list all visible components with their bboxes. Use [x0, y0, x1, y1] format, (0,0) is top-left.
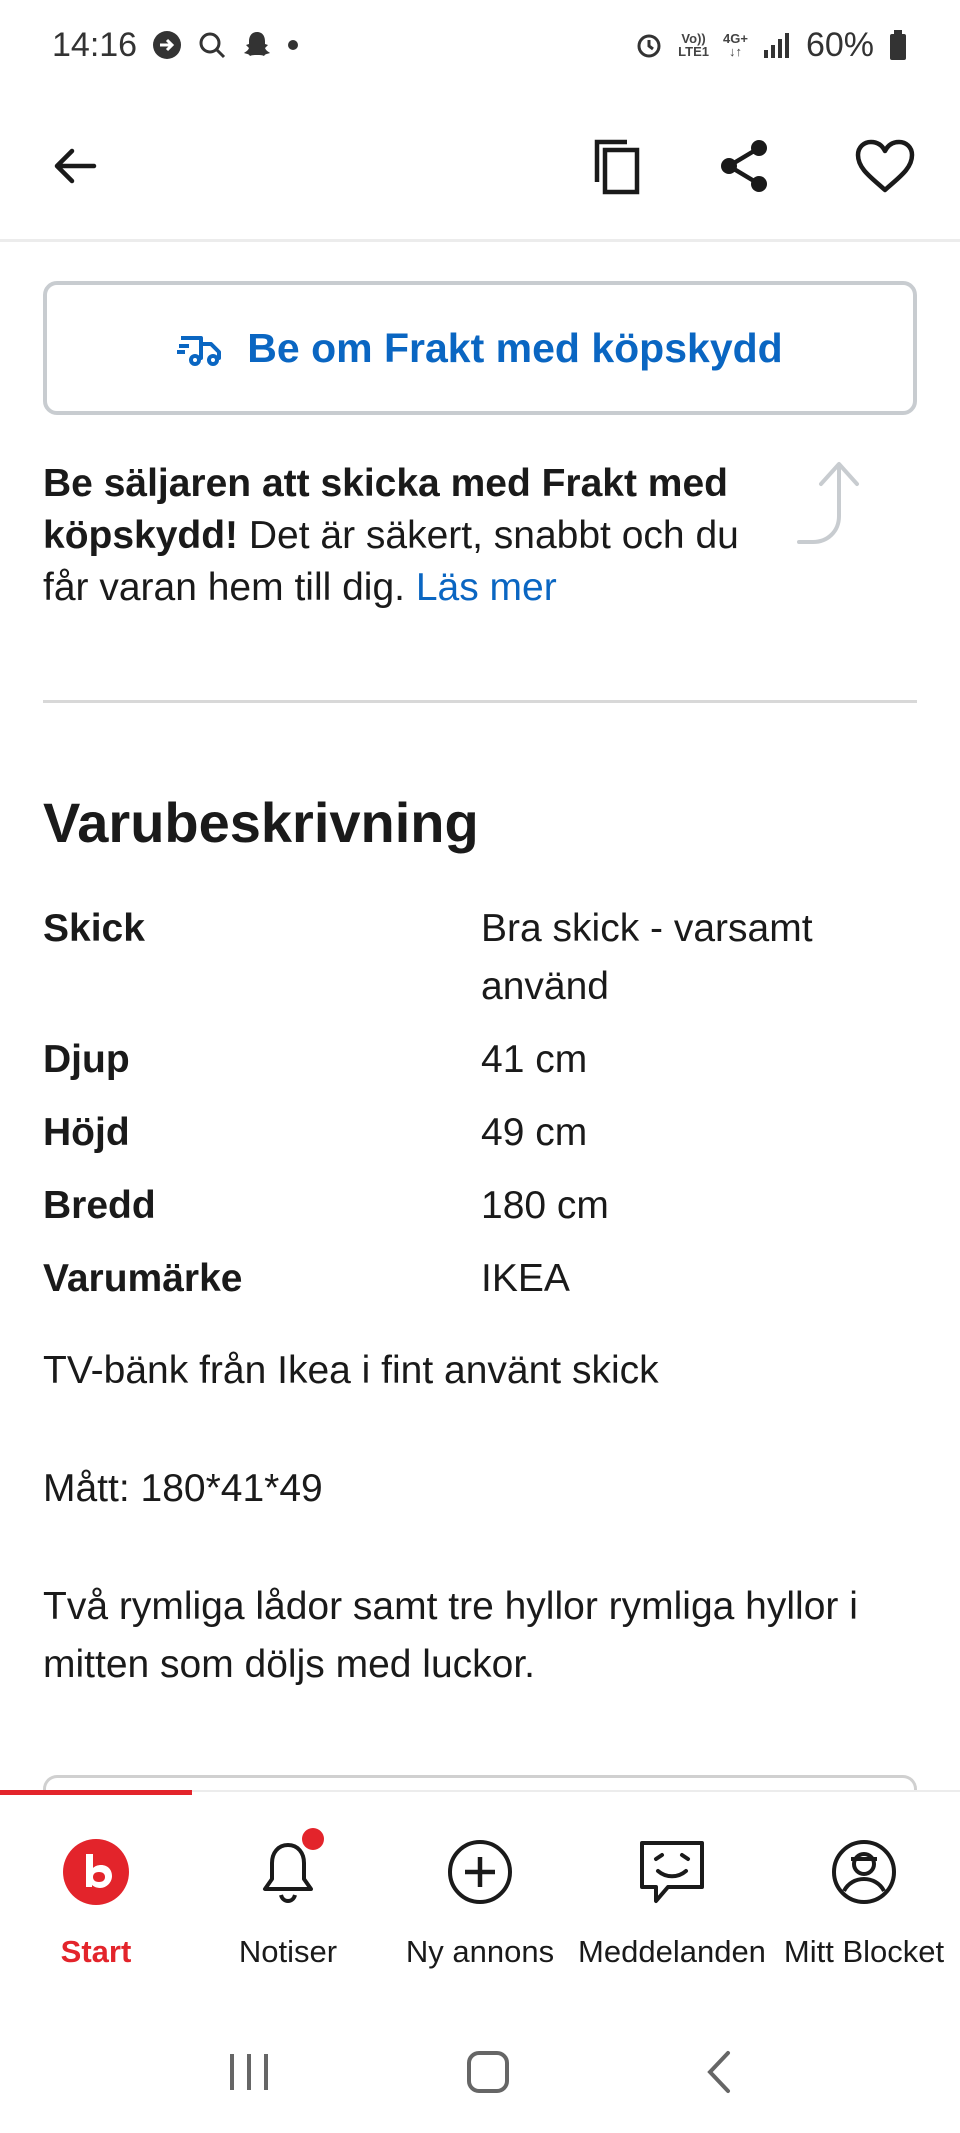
chat-icon [632, 1832, 712, 1912]
system-back-button[interactable] [704, 2049, 734, 2100]
request-shipping-label: Be om Frakt med köpskydd [247, 324, 783, 371]
plus-circle-icon [440, 1832, 520, 1912]
active-tab-indicator [0, 1790, 192, 1795]
status-time: 14:16 [52, 25, 138, 64]
spec-row-width: Bredd 180 cm [43, 1177, 917, 1235]
lte-label: LTE1 [678, 44, 709, 59]
status-bar: 14:16 Vo)) LTE1 4G+ ↓↑ 60% [0, 0, 960, 90]
arrow-left-icon [54, 148, 97, 184]
volte-indicator: Vo)) LTE1 [678, 32, 709, 58]
share-icon [721, 140, 767, 192]
curved-arrow-up-icon [797, 462, 859, 544]
home-button[interactable] [465, 2049, 511, 2100]
section-divider [43, 700, 917, 703]
home-icon [466, 2050, 509, 2093]
recent-apps-icon [230, 2053, 269, 2090]
spec-key: Bredd [43, 1184, 156, 1227]
snapchat-icon [241, 29, 273, 61]
read-more-link[interactable]: Läs mer [416, 566, 557, 609]
description-paragraph: Två rymliga lådor samt tre hyllor rymlig… [43, 1585, 858, 1686]
search-status-icon [197, 30, 227, 60]
nav-item-notiser[interactable]: Notiser [192, 1792, 384, 2015]
nav-item-ny-annons[interactable]: Ny annons [384, 1792, 576, 2015]
share-button[interactable] [704, 126, 784, 206]
spec-value: 41 cm [481, 1038, 588, 1081]
spec-value: 49 cm [481, 1111, 588, 1154]
app-bar [0, 90, 960, 242]
bell-icon [248, 1828, 328, 1912]
spec-value: Bra skick - varsamt använd [481, 907, 813, 1008]
system-navigation [0, 2015, 960, 2133]
bottom-navigation: Start Notiser Ny annons Meddelanden Mitt… [0, 1790, 960, 2015]
signal-icon [762, 30, 792, 60]
spec-row-condition: Skick Bra skick - varsamt använd [43, 900, 917, 1016]
description-paragraph: TV-bänk från Ikea i fint använt skick [43, 1349, 659, 1392]
spec-key: Djup [43, 1038, 130, 1081]
battery-icon [888, 29, 908, 61]
spec-value: 180 cm [481, 1184, 609, 1227]
spec-row-depth: Djup 41 cm [43, 1031, 917, 1089]
spec-key: Skick [43, 907, 145, 950]
spec-row-height: Höjd 49 cm [43, 1104, 917, 1162]
description-title: Varubeskrivning [43, 791, 479, 854]
nav-item-mitt-blocket[interactable]: Mitt Blocket [768, 1792, 960, 2015]
notification-badge [302, 1828, 324, 1850]
delivery-truck-icon [177, 336, 222, 366]
back-button[interactable] [35, 126, 115, 206]
messenger-icon [151, 29, 183, 61]
spec-key: Varumärke [43, 1257, 243, 1300]
spec-key: Höjd [43, 1111, 130, 1154]
nav-label: Notiser [238, 1934, 338, 1969]
shipping-info: Be säljaren att skicka med Frakt med köp… [43, 458, 783, 614]
description-paragraph: Mått: 180*41*49 [43, 1467, 323, 1510]
dot-icon [287, 39, 299, 51]
favorite-button[interactable] [845, 126, 925, 206]
request-shipping-button[interactable]: Be om Frakt med köpskydd [43, 281, 917, 415]
spec-row-brand: Varumärke IKEA [43, 1250, 917, 1308]
nav-label: Mitt Blocket [783, 1934, 945, 1969]
blocket-logo-icon [56, 1832, 136, 1912]
description-text: TV-bänk från Ikea i fint använt skick Må… [43, 1342, 923, 1754]
network-type: 4G+ ↓↑ [723, 31, 748, 59]
nav-label: Start [60, 1934, 132, 1969]
nav-label: Meddelanden [578, 1934, 766, 1969]
network-type-label: 4G+ [723, 31, 748, 46]
heart-icon [855, 139, 915, 193]
status-right: Vo)) LTE1 4G+ ↓↑ 60% [634, 26, 908, 65]
spec-value: IKEA [481, 1257, 570, 1300]
battery-percent: 60% [805, 25, 874, 64]
copy-button[interactable] [577, 126, 657, 206]
alarm-icon [634, 30, 664, 60]
recent-apps-button[interactable] [226, 2050, 272, 2099]
chevron-left-icon [706, 2050, 730, 2093]
spec-table: Skick Bra skick - varsamt använd Djup 41… [43, 900, 917, 1323]
nav-item-meddelanden[interactable]: Meddelanden [576, 1792, 768, 2015]
status-left: 14:16 [52, 26, 299, 65]
nav-label: Ny annons [405, 1934, 555, 1969]
nav-item-start[interactable]: Start [0, 1792, 192, 2015]
profile-icon [824, 1832, 904, 1912]
copy-icon [594, 139, 640, 195]
